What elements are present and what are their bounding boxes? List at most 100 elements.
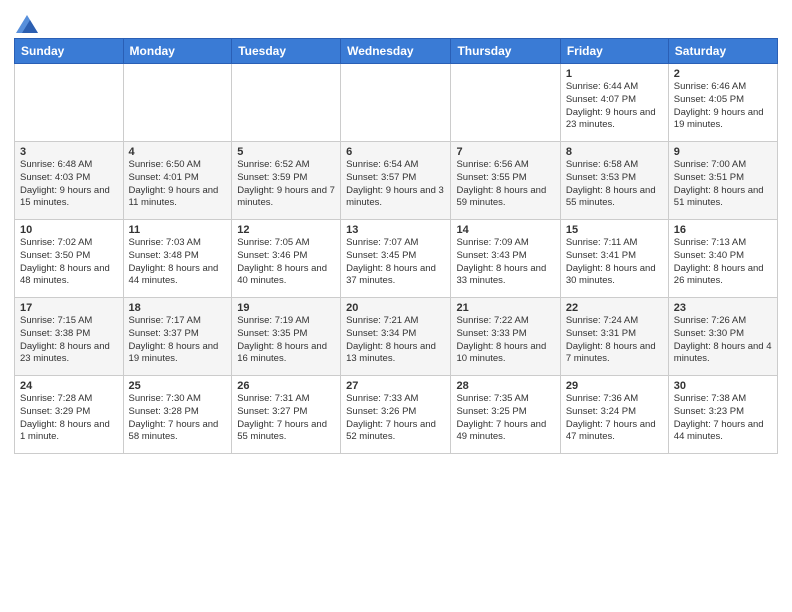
day-number: 28 — [456, 380, 554, 392]
col-header-saturday: Saturday — [668, 39, 777, 64]
day-info: Sunrise: 7:36 AM Sunset: 3:24 PM Dayligh… — [566, 393, 663, 444]
day-number: 10 — [20, 224, 118, 236]
calendar-cell: 23Sunrise: 7:26 AM Sunset: 3:30 PM Dayli… — [668, 298, 777, 376]
calendar-cell: 16Sunrise: 7:13 AM Sunset: 3:40 PM Dayli… — [668, 220, 777, 298]
day-info: Sunrise: 7:33 AM Sunset: 3:26 PM Dayligh… — [346, 393, 445, 444]
day-info: Sunrise: 7:05 AM Sunset: 3:46 PM Dayligh… — [237, 237, 335, 288]
calendar-cell: 22Sunrise: 7:24 AM Sunset: 3:31 PM Dayli… — [560, 298, 668, 376]
day-number: 8 — [566, 146, 663, 158]
day-info: Sunrise: 7:09 AM Sunset: 3:43 PM Dayligh… — [456, 237, 554, 288]
day-info: Sunrise: 6:44 AM Sunset: 4:07 PM Dayligh… — [566, 81, 663, 132]
day-number: 11 — [129, 224, 227, 236]
calendar-cell — [15, 64, 124, 142]
calendar-cell: 9Sunrise: 7:00 AM Sunset: 3:51 PM Daylig… — [668, 142, 777, 220]
calendar-cell: 28Sunrise: 7:35 AM Sunset: 3:25 PM Dayli… — [451, 376, 560, 454]
day-info: Sunrise: 6:58 AM Sunset: 3:53 PM Dayligh… — [566, 159, 663, 210]
day-info: Sunrise: 7:15 AM Sunset: 3:38 PM Dayligh… — [20, 315, 118, 366]
calendar-cell: 17Sunrise: 7:15 AM Sunset: 3:38 PM Dayli… — [15, 298, 124, 376]
day-info: Sunrise: 6:48 AM Sunset: 4:03 PM Dayligh… — [20, 159, 118, 210]
day-info: Sunrise: 7:03 AM Sunset: 3:48 PM Dayligh… — [129, 237, 227, 288]
day-info: Sunrise: 6:50 AM Sunset: 4:01 PM Dayligh… — [129, 159, 227, 210]
day-info: Sunrise: 7:02 AM Sunset: 3:50 PM Dayligh… — [20, 237, 118, 288]
logo-icon — [16, 15, 38, 33]
calendar-cell: 25Sunrise: 7:30 AM Sunset: 3:28 PM Dayli… — [123, 376, 232, 454]
day-number: 27 — [346, 380, 445, 392]
logo — [14, 14, 38, 32]
day-info: Sunrise: 6:46 AM Sunset: 4:05 PM Dayligh… — [674, 81, 772, 132]
calendar-cell: 29Sunrise: 7:36 AM Sunset: 3:24 PM Dayli… — [560, 376, 668, 454]
header — [14, 10, 778, 32]
calendar-cell — [123, 64, 232, 142]
col-header-monday: Monday — [123, 39, 232, 64]
calendar-cell: 14Sunrise: 7:09 AM Sunset: 3:43 PM Dayli… — [451, 220, 560, 298]
day-info: Sunrise: 7:31 AM Sunset: 3:27 PM Dayligh… — [237, 393, 335, 444]
day-info: Sunrise: 7:26 AM Sunset: 3:30 PM Dayligh… — [674, 315, 772, 366]
day-number: 20 — [346, 302, 445, 314]
day-info: Sunrise: 6:54 AM Sunset: 3:57 PM Dayligh… — [346, 159, 445, 210]
col-header-wednesday: Wednesday — [341, 39, 451, 64]
calendar-week-0: 1Sunrise: 6:44 AM Sunset: 4:07 PM Daylig… — [15, 64, 778, 142]
day-number: 5 — [237, 146, 335, 158]
day-info: Sunrise: 7:38 AM Sunset: 3:23 PM Dayligh… — [674, 393, 772, 444]
day-number: 17 — [20, 302, 118, 314]
day-number: 19 — [237, 302, 335, 314]
day-number: 30 — [674, 380, 772, 392]
day-number: 23 — [674, 302, 772, 314]
calendar-cell: 10Sunrise: 7:02 AM Sunset: 3:50 PM Dayli… — [15, 220, 124, 298]
day-number: 22 — [566, 302, 663, 314]
day-info: Sunrise: 7:11 AM Sunset: 3:41 PM Dayligh… — [566, 237, 663, 288]
calendar: SundayMondayTuesdayWednesdayThursdayFrid… — [14, 38, 778, 454]
day-number: 13 — [346, 224, 445, 236]
calendar-week-3: 17Sunrise: 7:15 AM Sunset: 3:38 PM Dayli… — [15, 298, 778, 376]
day-number: 18 — [129, 302, 227, 314]
calendar-cell: 26Sunrise: 7:31 AM Sunset: 3:27 PM Dayli… — [232, 376, 341, 454]
calendar-cell: 2Sunrise: 6:46 AM Sunset: 4:05 PM Daylig… — [668, 64, 777, 142]
day-number: 4 — [129, 146, 227, 158]
calendar-week-1: 3Sunrise: 6:48 AM Sunset: 4:03 PM Daylig… — [15, 142, 778, 220]
calendar-cell: 18Sunrise: 7:17 AM Sunset: 3:37 PM Dayli… — [123, 298, 232, 376]
day-number: 12 — [237, 224, 335, 236]
day-number: 2 — [674, 68, 772, 80]
calendar-cell: 4Sunrise: 6:50 AM Sunset: 4:01 PM Daylig… — [123, 142, 232, 220]
day-number: 26 — [237, 380, 335, 392]
day-info: Sunrise: 7:35 AM Sunset: 3:25 PM Dayligh… — [456, 393, 554, 444]
calendar-cell: 1Sunrise: 6:44 AM Sunset: 4:07 PM Daylig… — [560, 64, 668, 142]
calendar-cell: 8Sunrise: 6:58 AM Sunset: 3:53 PM Daylig… — [560, 142, 668, 220]
calendar-cell: 24Sunrise: 7:28 AM Sunset: 3:29 PM Dayli… — [15, 376, 124, 454]
day-number: 29 — [566, 380, 663, 392]
day-info: Sunrise: 7:28 AM Sunset: 3:29 PM Dayligh… — [20, 393, 118, 444]
calendar-cell: 15Sunrise: 7:11 AM Sunset: 3:41 PM Dayli… — [560, 220, 668, 298]
calendar-cell: 12Sunrise: 7:05 AM Sunset: 3:46 PM Dayli… — [232, 220, 341, 298]
calendar-cell — [451, 64, 560, 142]
page: SundayMondayTuesdayWednesdayThursdayFrid… — [0, 0, 792, 612]
day-info: Sunrise: 6:52 AM Sunset: 3:59 PM Dayligh… — [237, 159, 335, 210]
day-info: Sunrise: 7:22 AM Sunset: 3:33 PM Dayligh… — [456, 315, 554, 366]
col-header-friday: Friday — [560, 39, 668, 64]
day-info: Sunrise: 7:00 AM Sunset: 3:51 PM Dayligh… — [674, 159, 772, 210]
calendar-header-row: SundayMondayTuesdayWednesdayThursdayFrid… — [15, 39, 778, 64]
day-info: Sunrise: 7:07 AM Sunset: 3:45 PM Dayligh… — [346, 237, 445, 288]
calendar-cell: 27Sunrise: 7:33 AM Sunset: 3:26 PM Dayli… — [341, 376, 451, 454]
day-info: Sunrise: 7:30 AM Sunset: 3:28 PM Dayligh… — [129, 393, 227, 444]
calendar-cell: 5Sunrise: 6:52 AM Sunset: 3:59 PM Daylig… — [232, 142, 341, 220]
day-info: Sunrise: 7:21 AM Sunset: 3:34 PM Dayligh… — [346, 315, 445, 366]
day-number: 16 — [674, 224, 772, 236]
day-info: Sunrise: 6:56 AM Sunset: 3:55 PM Dayligh… — [456, 159, 554, 210]
day-number: 15 — [566, 224, 663, 236]
calendar-cell: 3Sunrise: 6:48 AM Sunset: 4:03 PM Daylig… — [15, 142, 124, 220]
day-number: 1 — [566, 68, 663, 80]
day-info: Sunrise: 7:17 AM Sunset: 3:37 PM Dayligh… — [129, 315, 227, 366]
calendar-cell: 19Sunrise: 7:19 AM Sunset: 3:35 PM Dayli… — [232, 298, 341, 376]
day-number: 3 — [20, 146, 118, 158]
calendar-cell — [341, 64, 451, 142]
col-header-sunday: Sunday — [15, 39, 124, 64]
day-number: 14 — [456, 224, 554, 236]
calendar-cell: 21Sunrise: 7:22 AM Sunset: 3:33 PM Dayli… — [451, 298, 560, 376]
day-info: Sunrise: 7:24 AM Sunset: 3:31 PM Dayligh… — [566, 315, 663, 366]
col-header-thursday: Thursday — [451, 39, 560, 64]
day-number: 21 — [456, 302, 554, 314]
calendar-cell: 30Sunrise: 7:38 AM Sunset: 3:23 PM Dayli… — [668, 376, 777, 454]
day-number: 7 — [456, 146, 554, 158]
day-info: Sunrise: 7:13 AM Sunset: 3:40 PM Dayligh… — [674, 237, 772, 288]
calendar-week-2: 10Sunrise: 7:02 AM Sunset: 3:50 PM Dayli… — [15, 220, 778, 298]
